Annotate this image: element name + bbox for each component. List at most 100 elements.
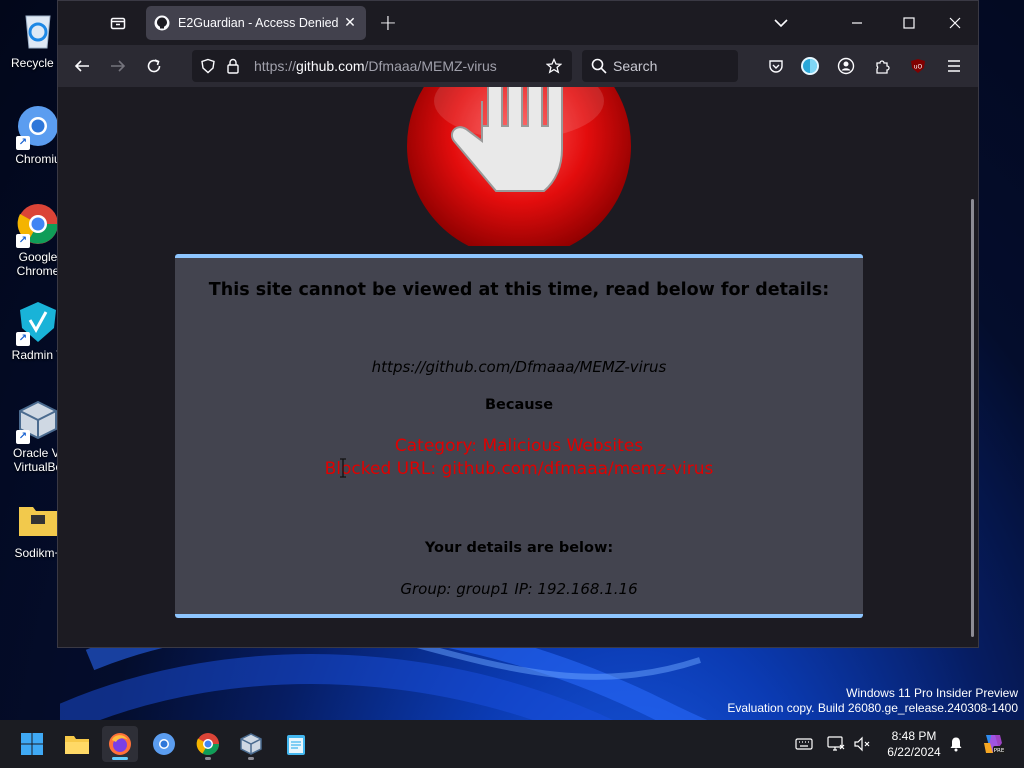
back-arrow-icon <box>74 60 89 72</box>
url-host: github.com <box>296 58 365 74</box>
chromium-icon <box>153 733 175 755</box>
radmin-vpn-icon: ↗ <box>16 300 60 346</box>
bookmark-star-icon[interactable] <box>546 58 562 74</box>
running-indicator <box>205 757 211 760</box>
extension-circle-icon <box>801 57 819 75</box>
minimize-icon <box>852 22 862 24</box>
address-bar-url: https://github.com/Dfmaaa/MEMZ-virus <box>254 58 497 74</box>
folder-icon <box>16 498 60 542</box>
app-menu-button[interactable] <box>940 53 968 79</box>
reload-button[interactable] <box>140 53 168 79</box>
text-cursor-icon <box>340 458 346 478</box>
hamburger-menu-icon <box>948 60 960 72</box>
account-icon <box>837 57 855 75</box>
volume-button[interactable] <box>852 734 872 754</box>
chevron-down-icon <box>774 19 788 28</box>
url-scheme: https:// <box>254 58 297 74</box>
list-all-tabs-button[interactable] <box>766 9 796 37</box>
forward-button[interactable] <box>104 53 132 79</box>
blocked-url-text: https://github.com/Dfmaaa/MEMZ-virus <box>371 358 667 376</box>
browser-window: E2Guardian - Access Denied ✕ + https://g… <box>57 0 979 648</box>
puzzle-icon <box>876 60 890 74</box>
taskbar-firefox[interactable] <box>102 726 138 762</box>
chromium-icon: ↗ <box>16 104 60 150</box>
bell-icon <box>950 737 962 752</box>
firefox-icon <box>109 733 131 755</box>
lock-icon[interactable] <box>226 58 240 74</box>
shortcut-arrow-icon: ↗ <box>16 234 30 248</box>
volume-muted-icon <box>854 736 870 752</box>
address-bar[interactable]: https://github.com/Dfmaaa/MEMZ-virus <box>192 50 572 82</box>
copilot-button[interactable]: PRE <box>980 731 1006 757</box>
taskbar-virtualbox[interactable] <box>233 726 269 762</box>
shortcut-arrow-icon: ↗ <box>16 136 30 150</box>
firefox-view-button[interactable] <box>104 11 132 35</box>
tab-close-icon[interactable]: ✕ <box>342 15 358 31</box>
svg-text:PRE: PRE <box>994 748 1005 754</box>
chrome-icon: ↗ <box>16 202 60 248</box>
shortcut-arrow-icon: ↗ <box>16 332 30 346</box>
watermark-line-1: Windows 11 Pro Insider Preview <box>846 686 1018 700</box>
minimize-button[interactable] <box>842 9 872 37</box>
extensions-button[interactable] <box>868 53 896 79</box>
taskbar-clock[interactable]: 8:48 PM 6/22/2024 <box>882 728 946 760</box>
url-path: /Dfmaaa/MEMZ-virus <box>364 58 497 74</box>
tab-active[interactable]: E2Guardian - Access Denied ✕ <box>146 6 366 40</box>
access-denied-panel: This site cannot be viewed at this time,… <box>175 254 863 618</box>
copilot-icon: PRE <box>984 735 1005 754</box>
pocket-button[interactable] <box>762 53 790 79</box>
page-content: This site cannot be viewed at this time,… <box>58 87 978 647</box>
maximize-button[interactable] <box>894 9 924 37</box>
details-label: Your details are below: <box>424 540 614 556</box>
taskbar-chromium[interactable] <box>146 726 182 762</box>
running-indicator <box>248 757 254 760</box>
new-tab-button[interactable]: + <box>376 11 400 36</box>
reason-blocked-url: Blocked URL: github.com/dfmaaa/memz-viru… <box>324 459 714 479</box>
close-icon <box>949 17 961 29</box>
firefox-view-icon <box>110 17 126 30</box>
taskbar: 8:48 PM 6/22/2024 PRE <box>0 720 1024 768</box>
network-status-button[interactable] <box>826 734 846 754</box>
virtualbox-icon <box>240 733 262 755</box>
shortcut-arrow-icon: ↗ <box>16 430 30 444</box>
search-icon <box>591 58 607 74</box>
svg-text:uO: uO <box>914 64 923 71</box>
github-icon <box>154 15 170 31</box>
search-bar[interactable]: Search <box>582 50 738 82</box>
reason-category: Category: Malicious Websites <box>394 436 644 456</box>
page-title: This site cannot be viewed at this time,… <box>208 280 830 300</box>
chrome-icon <box>196 733 219 755</box>
evaluation-watermark: Windows 11 Pro Insider Preview Evaluatio… <box>727 686 1018 716</box>
account-button[interactable] <box>832 53 860 79</box>
user-details-info: Group: group1 IP: 192.168.1.16 <box>400 580 638 598</box>
page-scrollbar[interactable] <box>971 199 974 637</box>
taskbar-chrome[interactable] <box>190 726 226 762</box>
extension-button-1[interactable] <box>796 53 824 79</box>
shield-icon[interactable] <box>200 58 216 74</box>
clock-time: 8:48 PM <box>891 729 937 743</box>
stop-hand-icon <box>407 87 631 246</box>
tab-title: E2Guardian - Access Denied <box>178 16 339 30</box>
reload-icon <box>147 59 161 73</box>
network-icon <box>827 736 845 751</box>
notifications-button[interactable] <box>946 734 966 754</box>
taskbar-notepad[interactable] <box>278 726 314 762</box>
clock-date: 6/22/2024 <box>887 745 941 759</box>
taskbar-file-explorer[interactable] <box>59 726 95 762</box>
keyboard-icon <box>795 738 813 750</box>
tab-bar: E2Guardian - Access Denied ✕ + <box>58 1 978 45</box>
because-label: Because <box>484 397 554 413</box>
touch-keyboard-button[interactable] <box>794 734 814 754</box>
pocket-icon <box>769 60 783 73</box>
start-button[interactable] <box>14 726 50 762</box>
ublock-button[interactable]: uO <box>904 53 932 79</box>
running-indicator <box>112 757 128 760</box>
close-window-button[interactable] <box>940 9 970 37</box>
watermark-line-2: Evaluation copy. Build 26080.ge_release.… <box>727 701 1018 715</box>
ublock-origin-icon: uO <box>911 59 925 73</box>
back-button[interactable] <box>68 53 96 79</box>
notepad-icon <box>287 735 305 755</box>
navigation-toolbar: https://github.com/Dfmaaa/MEMZ-virus Sea… <box>58 45 978 87</box>
maximize-icon <box>903 17 915 29</box>
recycle-bin-icon <box>16 8 60 52</box>
